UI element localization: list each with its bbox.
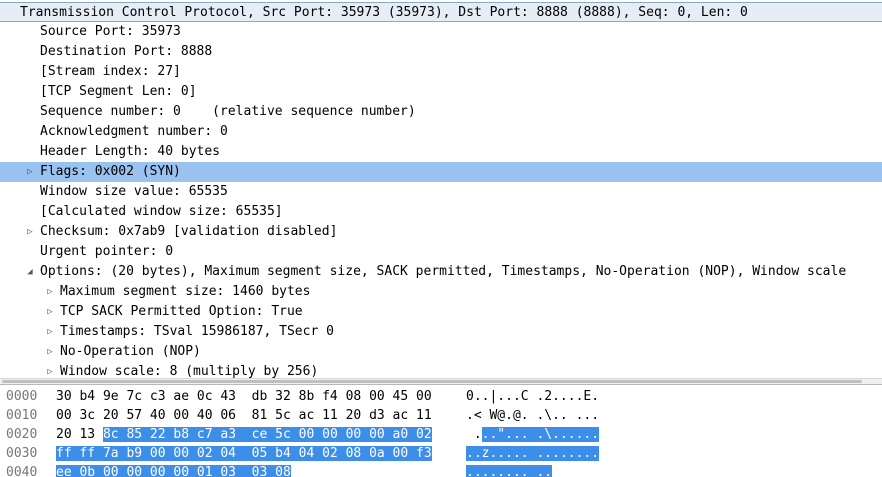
tree-row-label: [Calculated window size: 65535] — [40, 204, 283, 219]
hex-offset: 0010 — [6, 408, 38, 423]
tree-row-label: Timestamps: TSval 15986187, TSecr 0 — [60, 324, 334, 339]
hex-ascii[interactable]: 0..|...C .2....E. — [466, 388, 599, 406]
tree-row[interactable]: Urgent pointer: 0 — [0, 242, 882, 262]
hex-bytes[interactable]: 30 b4 9e 7c c3 ae 0c 43 db 32 8b f4 08 0… — [56, 388, 432, 406]
tree-row-label: Header Length: 40 bytes — [40, 144, 221, 159]
tree-row-label: Sequence number: 0 (relative sequence nu… — [40, 104, 416, 119]
hex-ascii[interactable]: ........ .. — [466, 464, 553, 477]
tree-row[interactable]: ▷ TCP SACK Permitted Option: True — [0, 302, 882, 322]
tree-row[interactable]: ▷ Window scale: 8 (multiply by 256) — [0, 362, 882, 378]
hex-bytes-highlighted: ee 0b 00 00 00 00 01 03 03 08 — [56, 465, 291, 477]
tree-row-label: Checksum: 0x7ab9 [validation disabled] — [40, 224, 338, 239]
tree-row[interactable]: ▷ Checksum: 0x7ab9 [validation disabled] — [0, 222, 882, 242]
collapse-arrow-icon[interactable]: ▷ — [44, 282, 56, 302]
collapse-arrow-icon[interactable]: ▷ — [44, 302, 56, 322]
hex-ascii-highlighted: ..z..... ........ — [466, 446, 600, 461]
tree-row-protocol-header[interactable]: Transmission Control Protocol, Src Port:… — [0, 2, 882, 22]
tree-row-label: Options: (20 bytes), Maximum segment siz… — [40, 264, 847, 279]
tree-row-label: [TCP Segment Len: 0] — [40, 84, 197, 99]
collapse-arrow-icon[interactable]: ▷ — [44, 362, 56, 378]
collapse-arrow-icon[interactable]: ▷ — [44, 342, 56, 362]
hex-bytes[interactable]: 00 3c 20 57 40 00 40 06 81 5c ac 11 20 d… — [56, 407, 432, 425]
tree-row-label: Source Port: 35973 — [40, 24, 181, 39]
hex-ascii-plain: .< W@.@. .\.. ... — [466, 408, 600, 423]
hex-ascii-highlighted: ........ .. — [466, 465, 553, 477]
hex-bytes-plain: 00 3c 20 57 40 00 40 06 81 5c ac 11 20 d… — [56, 408, 432, 423]
collapse-arrow-icon[interactable]: ▷ — [24, 222, 36, 242]
tree-row[interactable]: ▷ Flags: 0x002 (SYN) — [0, 162, 882, 182]
collapse-arrow-icon[interactable]: ▷ — [24, 162, 36, 182]
hex-offset: 0000 — [6, 389, 38, 404]
tree-row-label: Window scale: 8 (multiply by 256) — [60, 364, 319, 378]
tree-row[interactable]: Source Port: 35973 — [0, 22, 882, 42]
hex-offset: 0020 — [6, 427, 38, 442]
tree-row-label: Flags: 0x002 (SYN) — [40, 164, 181, 179]
hex-bytes[interactable]: 20 13 8c 85 22 b8 c7 a3 ce 5c 00 00 00 0… — [56, 426, 432, 444]
hex-bytes-plain: 30 b4 9e 7c c3 ae 0c 43 db 32 8b f4 08 0… — [56, 389, 432, 404]
hex-bytes[interactable]: ee 0b 00 00 00 00 01 03 03 08 — [56, 464, 291, 477]
tree-row[interactable]: ▷ Timestamps: TSval 15986187, TSecr 0 — [0, 322, 882, 342]
hex-bytes-plain: 20 13 — [56, 427, 103, 442]
tree-row[interactable]: [TCP Segment Len: 0] — [0, 82, 882, 102]
hex-bytes[interactable]: ff ff 7a b9 00 00 02 04 05 b4 04 02 08 0… — [56, 445, 432, 463]
hex-row[interactable]: 0010 00 3c 20 57 40 00 40 06 81 5c ac 11 … — [0, 407, 882, 425]
packet-details-tree[interactable]: Transmission Control Protocol, Src Port:… — [0, 0, 882, 378]
hex-row[interactable]: 0040 ee 0b 00 00 00 00 01 03 03 08.......… — [0, 464, 882, 477]
tree-row-label: Window size value: 65535 — [40, 184, 228, 199]
tree-row-label: TCP SACK Permitted Option: True — [60, 304, 303, 319]
hex-ascii[interactable]: ..z..... ........ — [466, 445, 600, 463]
tree-row-label: Destination Port: 8888 — [40, 44, 213, 59]
tree-row-label: Transmission Control Protocol, Src Port:… — [20, 5, 748, 20]
tree-row-label: Maximum segment size: 1460 bytes — [60, 284, 311, 299]
hex-bytes-highlighted: 8c 85 22 b8 c7 a3 ce 5c 00 00 00 00 a0 0… — [102, 427, 432, 442]
tree-row-label: No-Operation (NOP) — [60, 344, 201, 359]
packet-bytes-pane[interactable]: 0000 30 b4 9e 7c c3 ae 0c 43 db 32 8b f4 … — [0, 386, 882, 477]
tree-row[interactable]: Header Length: 40 bytes — [0, 142, 882, 162]
tree-row[interactable]: Acknowledgment number: 0 — [0, 122, 882, 142]
tree-row[interactable]: [Calculated window size: 65535] — [0, 202, 882, 222]
tree-row[interactable]: ◢ Options: (20 bytes), Maximum segment si… — [0, 262, 882, 282]
tree-row-label: Acknowledgment number: 0 — [40, 124, 228, 139]
tree-row-label: Urgent pointer: 0 — [40, 244, 174, 259]
tree-row[interactable]: Window size value: 65535 — [0, 182, 882, 202]
tree-row[interactable]: Destination Port: 8888 — [0, 42, 882, 62]
hex-row[interactable]: 0020 20 13 8c 85 22 b8 c7 a3 ce 5c 00 00 … — [0, 426, 882, 444]
pane-splitter[interactable] — [0, 384, 882, 385]
hex-ascii[interactable]: ..."... .\...... — [466, 426, 600, 444]
hex-offset: 0030 — [6, 446, 38, 461]
hex-ascii-plain: . — [466, 427, 482, 442]
tree-row[interactable]: ▷ Maximum segment size: 1460 bytes — [0, 282, 882, 302]
hex-ascii[interactable]: .< W@.@. .\.. ... — [466, 407, 599, 425]
expand-arrow-icon[interactable]: ◢ — [24, 262, 36, 282]
hex-offset: 0040 — [6, 465, 38, 477]
hex-ascii-highlighted: .."... .\...... — [481, 427, 600, 442]
tree-row[interactable]: Sequence number: 0 (relative sequence nu… — [0, 102, 882, 122]
tree-row-label: [Stream index: 27] — [40, 64, 181, 79]
tree-row[interactable]: [Stream index: 27] — [0, 62, 882, 82]
scrollbar-thumb[interactable] — [2, 380, 862, 383]
hex-row[interactable]: 0000 30 b4 9e 7c c3 ae 0c 43 db 32 8b f4 … — [0, 388, 882, 406]
hex-bytes-highlighted: ff ff 7a b9 00 00 02 04 05 b4 04 02 08 0… — [56, 446, 432, 461]
tree-row[interactable]: ▷ No-Operation (NOP) — [0, 342, 882, 362]
hex-ascii-plain: 0..|...C .2....E. — [466, 389, 600, 404]
collapse-arrow-icon[interactable]: ▷ — [44, 322, 56, 342]
hex-row[interactable]: 0030 ff ff 7a b9 00 00 02 04 05 b4 04 02 … — [0, 445, 882, 463]
